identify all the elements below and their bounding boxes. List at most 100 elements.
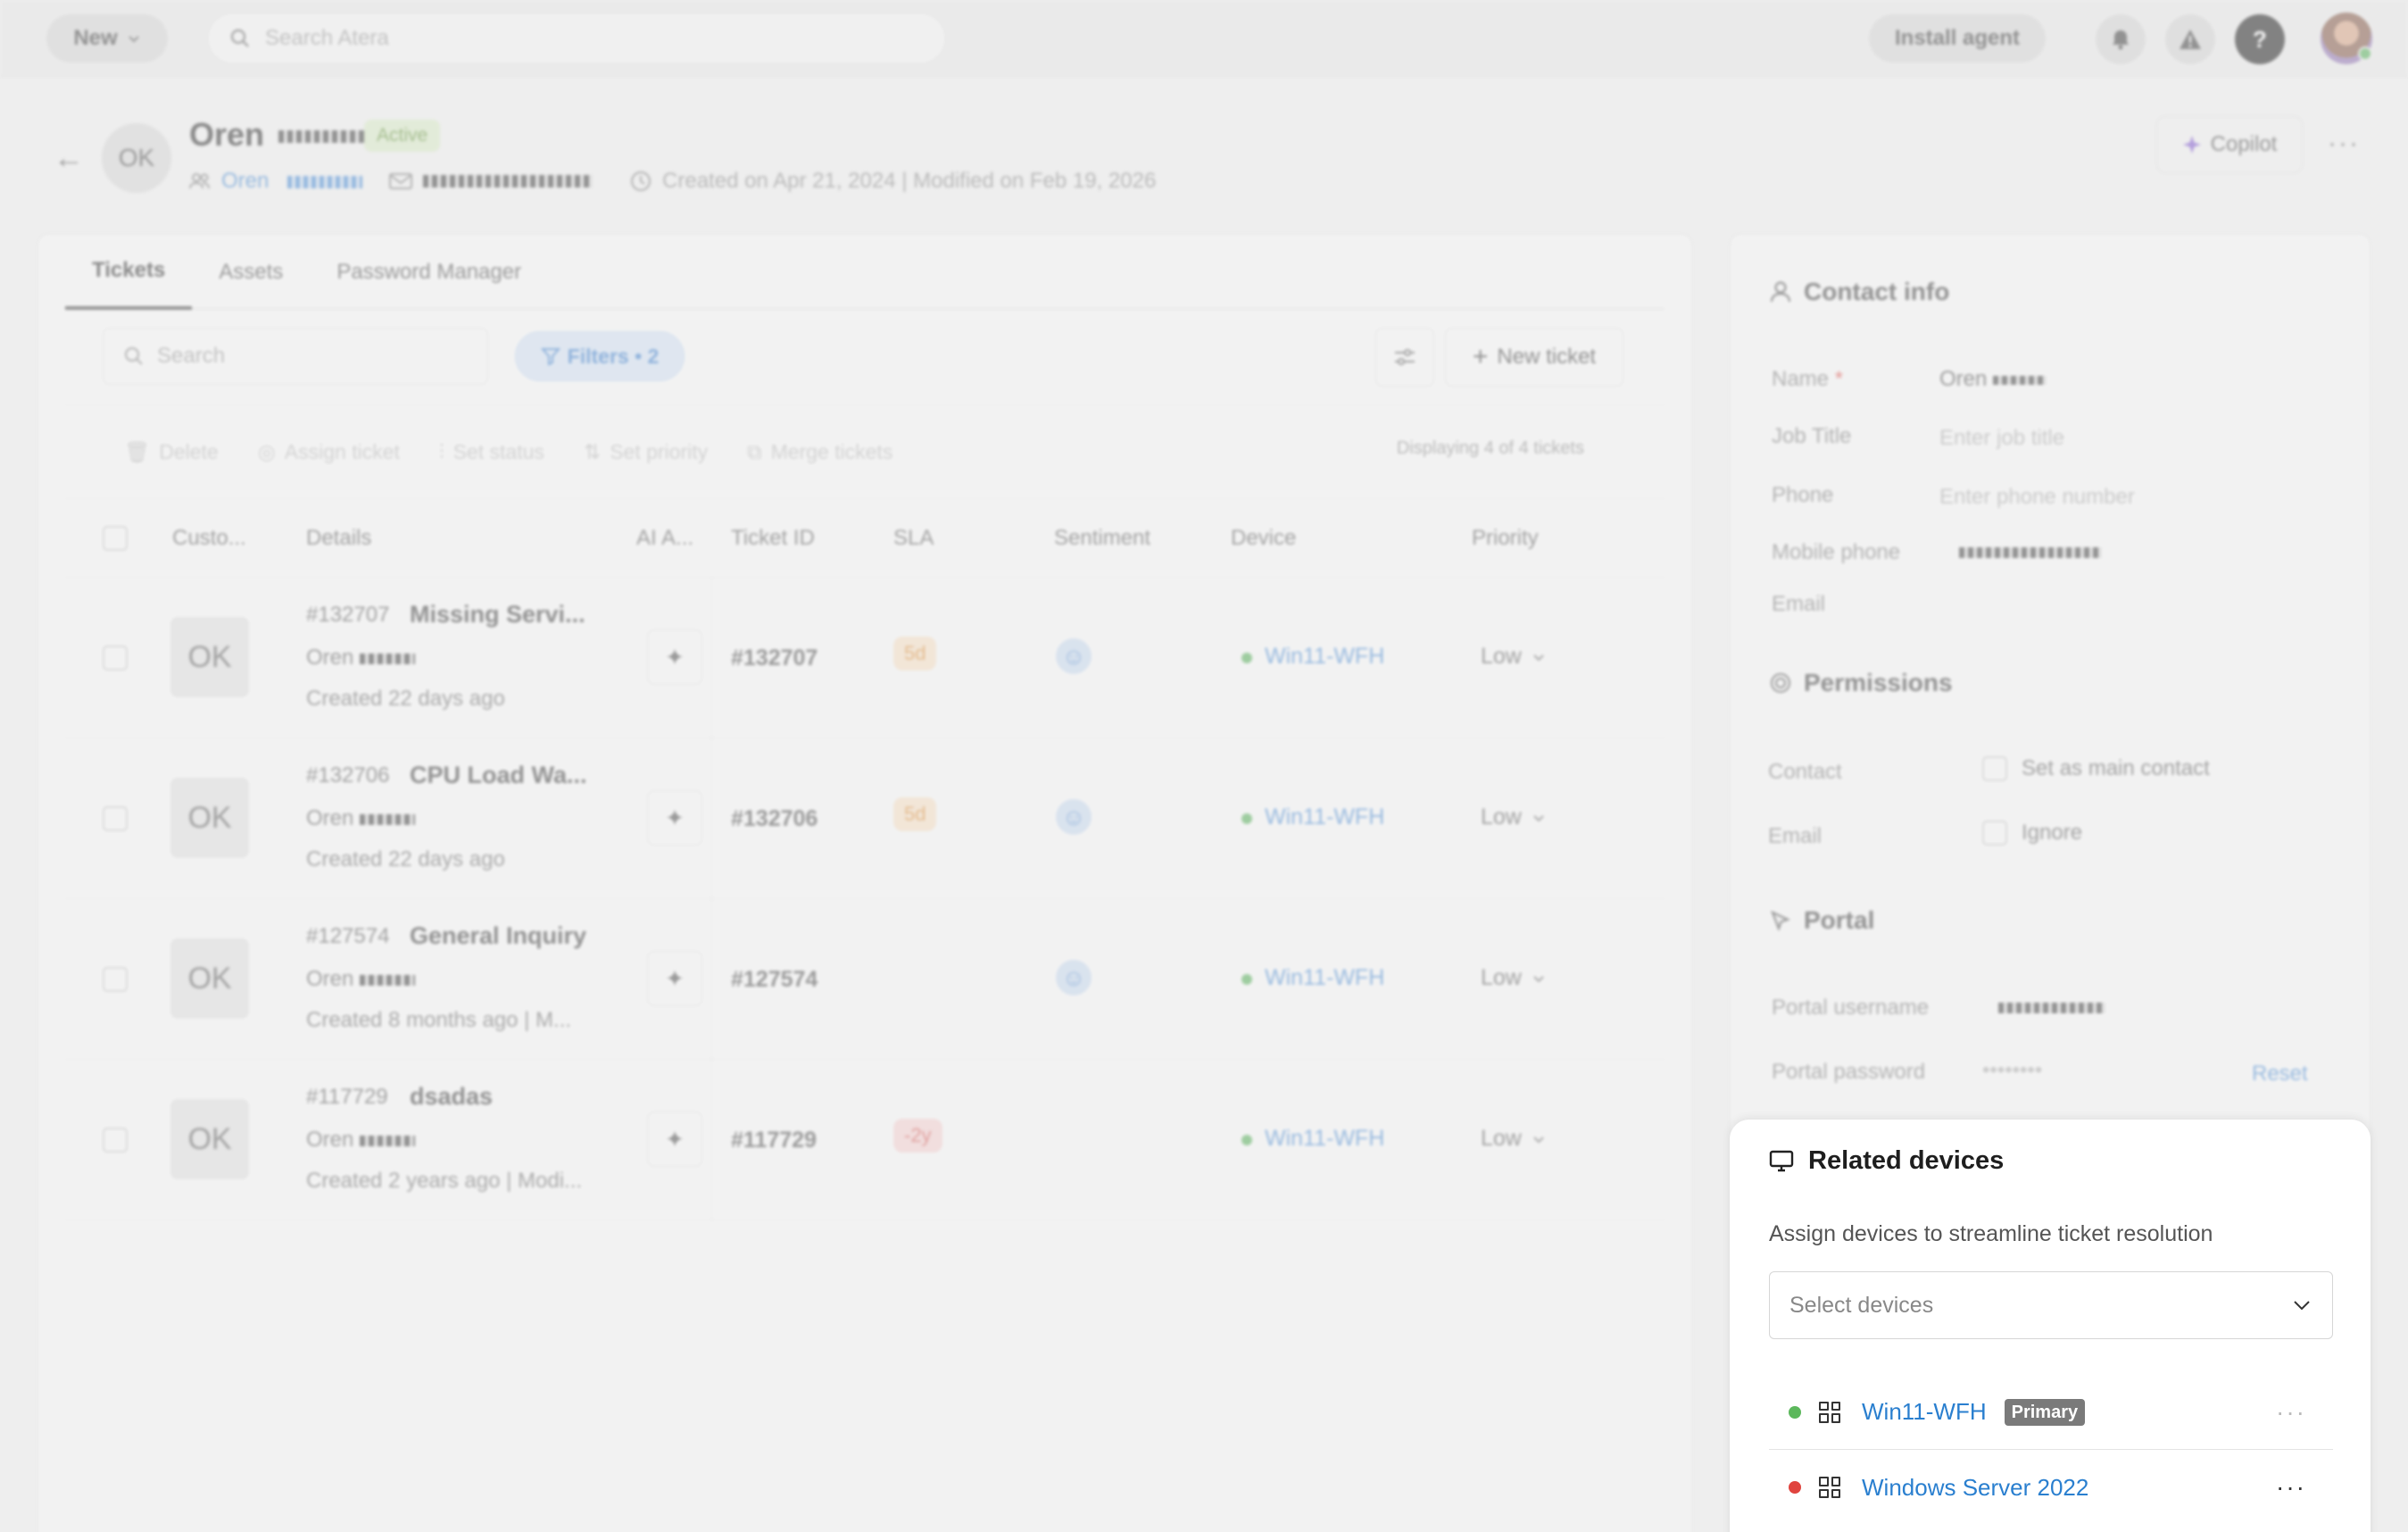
contact-initials: OK (118, 144, 155, 171)
ticket-title[interactable]: Missing Servi... (410, 601, 585, 629)
install-agent-button[interactable]: Install agent (1869, 14, 2046, 62)
column-settings-button[interactable] (1375, 328, 1434, 387)
device-link[interactable]: Win11-WFH (1265, 644, 1384, 670)
search-icon (124, 346, 143, 365)
sentiment-neutral-icon: ☺ (1056, 799, 1092, 835)
status-icon: ⫶ (438, 439, 444, 463)
merge-icon: ⧉ (747, 439, 762, 463)
customer-link[interactable]: Oren (221, 169, 363, 194)
customer-icon (189, 173, 210, 189)
help-button[interactable]: ? (2235, 14, 2285, 64)
table-row[interactable]: OK #127574 General Inquiry Oren Created … (65, 899, 1665, 1060)
col-sla[interactable]: SLA (893, 526, 934, 551)
job-title-field[interactable]: Enter job title (1939, 426, 2064, 451)
row-checkbox[interactable] (103, 1128, 128, 1153)
alerts-button[interactable] (2165, 14, 2215, 64)
tabs: Tickets Assets Password Manager (65, 235, 1665, 310)
sentiment-neutral-icon: ☺ (1056, 638, 1092, 674)
filters-button[interactable]: Filters • 2 (515, 331, 685, 381)
ticket-id[interactable]: #132707 (731, 645, 818, 671)
sparkle-icon (2182, 136, 2201, 154)
ai-assist-button[interactable]: ✦ (647, 951, 702, 1006)
device-link[interactable]: Win11-WFH (1265, 1126, 1384, 1152)
search-icon (230, 29, 249, 47)
checkbox-box[interactable] (1982, 756, 2007, 781)
col-ticket-id[interactable]: Ticket ID (731, 526, 815, 551)
redacted-name (1993, 375, 2047, 385)
user-circle-icon: ◎ (257, 439, 276, 463)
priority-dropdown[interactable]: Low (1481, 1126, 1545, 1152)
ticket-search[interactable] (103, 328, 488, 385)
new-ticket-button[interactable]: + New ticket (1445, 328, 1623, 387)
priority-dropdown[interactable]: Low (1481, 965, 1545, 991)
ticket-title[interactable]: CPU Load Wa... (410, 762, 587, 789)
global-search-input[interactable] (265, 26, 890, 51)
name-value[interactable]: Oren (1939, 367, 2047, 392)
set-main-contact-checkbox[interactable]: Set as main contact (1982, 756, 2210, 781)
select-all-checkbox[interactable] (103, 526, 128, 551)
device-link[interactable]: Windows Server 2022 (1862, 1474, 2088, 1502)
reset-password-link[interactable]: Reset (2252, 1062, 2308, 1087)
device-link[interactable]: Win11-WFH (1265, 804, 1384, 830)
table-row[interactable]: OK #117729 dsadas Oren Created 2 years a… (65, 1060, 1665, 1220)
ticket-id[interactable]: #117729 (731, 1128, 817, 1153)
ticket-title[interactable]: dsadas (410, 1083, 493, 1111)
redacted-mobile-phone[interactable] (1959, 547, 2102, 558)
col-sentiment[interactable]: Sentiment (1054, 526, 1150, 551)
phone-field[interactable]: Enter phone number (1939, 485, 2135, 510)
table-row[interactable]: OK #132707 Missing Servi... Oren Created… (65, 578, 1665, 738)
col-customer[interactable]: Custo... (172, 526, 246, 551)
device-row[interactable]: Windows Server 2022 ··· (1769, 1450, 2333, 1525)
tab-tickets[interactable]: Tickets (65, 235, 193, 310)
assign-ticket-action[interactable]: ◎ Assign ticket (258, 440, 400, 464)
ignore-email-checkbox[interactable]: Ignore (1982, 820, 2082, 845)
set-priority-action[interactable]: ⇅ Set priority (584, 440, 708, 464)
col-priority[interactable]: Priority (1472, 526, 1539, 551)
device-row[interactable]: Win11-WFH Primary ··· (1769, 1375, 2333, 1450)
contact-meta: Oren Created on Apr 21, 2024 | Modified … (189, 166, 1156, 196)
select-devices-dropdown[interactable]: Select devices (1769, 1271, 2333, 1339)
contact-info-heading: Contact info (1770, 278, 1949, 306)
back-arrow-icon[interactable]: ← (54, 141, 84, 176)
table-row[interactable]: OK #132706 CPU Load Wa... Oren Created 2… (65, 738, 1665, 899)
portal-username-label: Portal username (1772, 995, 1930, 1020)
ai-assist-button[interactable]: ✦ (647, 629, 702, 685)
ai-assist-button[interactable]: ✦ (647, 1112, 702, 1167)
col-device[interactable]: Device (1231, 526, 1296, 551)
device-link[interactable]: Win11-WFH (1862, 1398, 1987, 1426)
delete-label: Delete (159, 439, 219, 463)
set-status-action[interactable]: ⫶ Set status (439, 440, 544, 464)
ticket-id[interactable]: #132706 (731, 806, 818, 832)
tab-assets[interactable]: Assets (192, 235, 310, 310)
delete-action[interactable]: 🗑 Delete (124, 440, 219, 464)
ticket-count: Displaying 4 of 4 tickets (1396, 438, 1584, 458)
row-checkbox[interactable] (103, 967, 128, 992)
portal-password-label: Portal password (1772, 1060, 1926, 1084)
checkbox-box[interactable] (1982, 820, 2007, 845)
priority-dropdown[interactable]: Low (1481, 804, 1545, 830)
device-link[interactable]: Win11-WFH (1265, 965, 1384, 991)
col-ai-assistant[interactable]: AI A... (636, 526, 693, 551)
priority-value: Low (1481, 804, 1522, 829)
bell-icon (2113, 30, 2129, 50)
contact-info-title: Contact info (1804, 278, 1950, 305)
col-details[interactable]: Details (306, 526, 371, 551)
ticket-search-input[interactable] (157, 344, 461, 369)
ticket-customer: Oren (306, 645, 416, 670)
more-options-icon[interactable]: ··· (2328, 129, 2360, 159)
merge-tickets-action[interactable]: ⧉ Merge tickets (747, 440, 893, 464)
device-more-icon[interactable]: ··· (2276, 1398, 2306, 1427)
global-search[interactable] (207, 12, 946, 64)
tab-password-manager[interactable]: Password Manager (310, 235, 548, 310)
ticket-title[interactable]: General Inquiry (410, 922, 586, 950)
notifications-button[interactable] (2096, 14, 2146, 64)
device-more-icon[interactable]: ··· (2276, 1473, 2306, 1502)
priority-dropdown[interactable]: Low (1481, 644, 1545, 670)
ai-assist-button[interactable]: ✦ (647, 790, 702, 845)
row-checkbox[interactable] (103, 806, 128, 831)
copilot-button[interactable]: Copilot (2156, 116, 2303, 173)
new-button[interactable]: New (46, 14, 168, 62)
ticket-id[interactable]: #127574 (731, 967, 818, 993)
ticket-created: Created 22 days ago (306, 847, 505, 871)
row-checkbox[interactable] (103, 645, 128, 670)
